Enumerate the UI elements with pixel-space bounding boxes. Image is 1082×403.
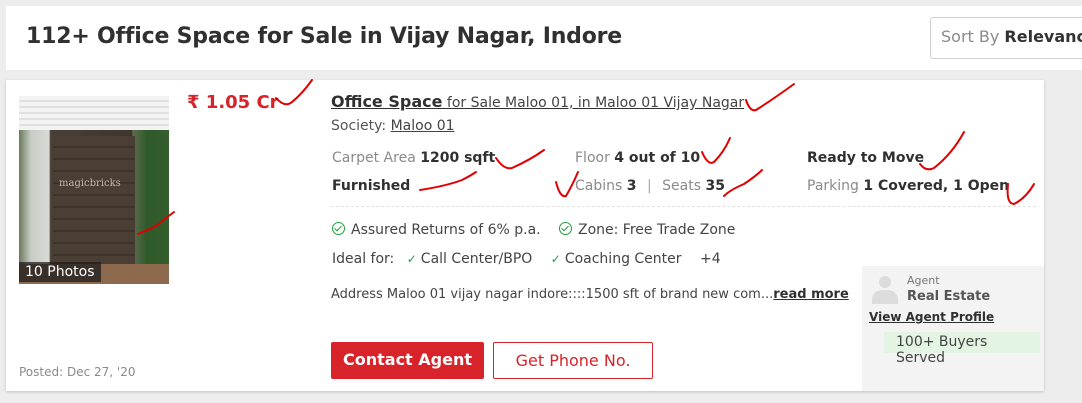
view-agent-profile-link[interactable]: View Agent Profile	[869, 310, 994, 324]
check-circle-icon	[559, 222, 572, 235]
ideal-for-more[interactable]: +4	[700, 251, 721, 267]
floor-info: Floor 4 out of 10	[575, 150, 700, 166]
cabins-value: 3	[626, 178, 637, 194]
read-more-link[interactable]: read more	[773, 287, 849, 302]
seats-value: 35	[705, 178, 725, 194]
page-title: 112+ Office Space for Sale in Vijay Naga…	[26, 24, 623, 49]
ideal-for-row: Ideal for: ✓ Call Center/BPO ✓ Coaching Ce…	[332, 251, 721, 267]
agent-name: Real Estate	[907, 289, 991, 304]
carpet-area-value: 1200 sqft	[420, 150, 496, 166]
agent-avatar-icon	[870, 274, 900, 304]
results-header: 112+ Office Space for Sale in Vijay Naga…	[6, 6, 1082, 70]
floor-label: Floor	[575, 150, 610, 166]
contact-agent-button[interactable]: Contact Agent	[331, 342, 484, 379]
agent-panel: Agent Real Estate View Agent Profile 100…	[862, 266, 1044, 391]
ideal-for-item: Call Center/BPO	[420, 251, 533, 267]
checkmark-icon: ✓	[406, 252, 417, 266]
cabins-seats: Cabins 3 | Seats 35	[575, 178, 725, 194]
get-phone-button[interactable]: Get Phone No.	[493, 342, 653, 379]
price: ₹ 1.05 Cr	[187, 92, 279, 113]
photo-wall	[53, 136, 135, 268]
parking-info: Parking 1 Covered, 1 Open	[807, 178, 1009, 194]
check-circle-icon	[332, 222, 345, 235]
divider	[331, 206, 1036, 207]
property-card: magicbricks 10 Photos ₹ 1.05 Cr Office S…	[6, 80, 1044, 391]
assured-returns-feature: Assured Returns of 6% p.a.	[332, 222, 541, 238]
avatar-head	[879, 276, 891, 288]
society-link[interactable]: Maloo 01	[391, 118, 455, 134]
carpet-area-label: Carpet Area	[332, 150, 416, 166]
ideal-for-item: Coaching Center	[564, 251, 682, 267]
posted-date: Posted: Dec 27, '20	[19, 365, 136, 379]
ideal-for-label: Ideal for:	[332, 251, 395, 267]
listing-title-link[interactable]: Office Space for Sale Maloo 01, in Maloo…	[331, 92, 744, 111]
society-row: Society: Maloo 01	[331, 118, 455, 134]
property-photo[interactable]: magicbricks	[19, 96, 169, 284]
floor-value: 4 out of 10	[614, 150, 701, 166]
photo-watermark: magicbricks	[59, 178, 121, 189]
carpet-area: Carpet Area 1200 sqft	[332, 150, 495, 166]
avatar-torso	[872, 290, 898, 304]
listing-title-main: Office Space	[331, 92, 443, 111]
society-label: Society:	[331, 118, 387, 134]
zone-feature: Zone: Free Trade Zone	[559, 222, 735, 238]
parking-label: Parking	[807, 178, 859, 194]
sort-selected-value: Relevance	[1004, 27, 1082, 46]
photo-ceiling	[19, 96, 169, 130]
parking-value: 1 Covered, 1 Open	[863, 178, 1010, 194]
seats-label: Seats	[662, 178, 702, 194]
assured-returns-text: Assured Returns of 6% p.a.	[351, 222, 541, 238]
buyers-served-badge: 100+ Buyers Served	[884, 332, 1040, 366]
zone-text: Zone: Free Trade Zone	[578, 222, 736, 238]
cabins-label: Cabins	[575, 178, 623, 194]
checkmark-icon: ✓	[550, 252, 561, 266]
agent-role: Agent	[907, 274, 940, 287]
listing-title-sub: for Sale Maloo 01, in Maloo 01 Vijay Nag…	[442, 95, 745, 111]
address-text: Address Maloo 01 vijay nagar indore::::1…	[331, 287, 774, 302]
furnishing-status: Furnished	[332, 178, 411, 194]
separator: |	[646, 178, 652, 194]
sort-dropdown[interactable]: Sort By Relevance	[930, 17, 1082, 59]
possession-status: Ready to Move	[807, 150, 925, 166]
sort-label: Sort By	[941, 27, 1000, 46]
address-description: Address Maloo 01 vijay nagar indore::::1…	[331, 287, 849, 302]
photo-count-badge[interactable]: 10 Photos	[19, 262, 101, 282]
